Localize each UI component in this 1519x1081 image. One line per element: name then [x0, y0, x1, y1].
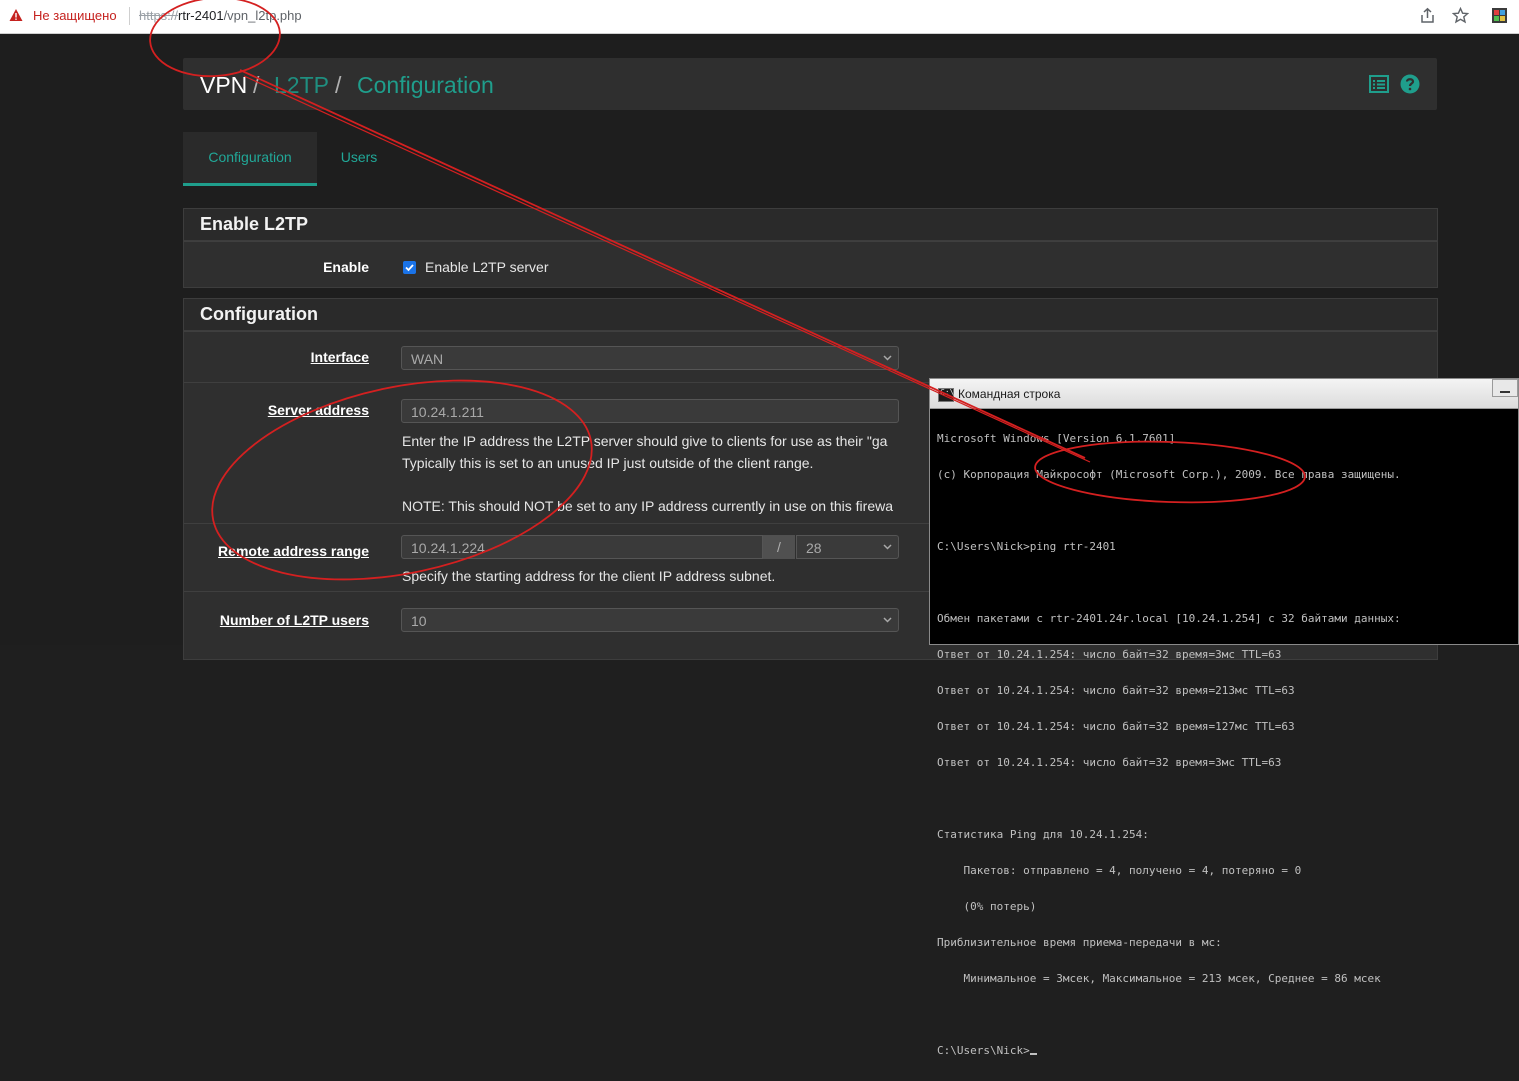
interface-select[interactable]: WAN — [401, 346, 899, 370]
breadcrumb-l2tp-link[interactable]: L2TP — [274, 72, 329, 99]
console-line: (0% потерь) — [937, 900, 1037, 913]
enable-l2tp-checkbox[interactable] — [403, 261, 416, 274]
breadcrumb-separator: / — [335, 72, 342, 98]
enable-label: Enable — [323, 259, 369, 275]
server-address-value: 10.24.1.211 — [411, 404, 484, 420]
browser-address-bar: Не защищено https://rtr-2401/vpn_l2tp.ph… — [0, 0, 1519, 34]
extension-icon[interactable] — [1492, 8, 1507, 23]
breadcrumb-vpn: VPN — [200, 72, 248, 98]
minimize-button[interactable] — [1492, 379, 1518, 397]
command-prompt-window[interactable]: C:\ Командная строка Microsoft Windows [… — [929, 378, 1519, 1057]
console-line: Статистика Ping для 10.24.1.254: — [937, 828, 1149, 841]
remote-range-input[interactable]: 10.24.1.224 — [401, 535, 763, 559]
chevron-down-icon — [883, 355, 892, 361]
remote-range-value: 10.24.1.224 — [411, 540, 485, 556]
console-line: Обмен пакетами с rtr-2401.24r.local [10.… — [937, 612, 1401, 625]
server-address-label[interactable]: Server address — [268, 402, 369, 418]
divider — [129, 7, 130, 25]
console-icon: C:\ — [938, 388, 954, 402]
console-output[interactable]: Microsoft Windows [Version 6.1.7601] (c)… — [937, 409, 1517, 1081]
number-of-users-value: 10 — [411, 613, 427, 629]
server-address-help: Enter the IP address the L2TP server sho… — [402, 433, 888, 449]
console-line: Ответ от 10.24.1.254: число байт=32 врем… — [937, 684, 1295, 697]
number-of-users-label[interactable]: Number of L2TP users — [220, 612, 369, 628]
enable-l2tp-panel: Enable L2TP Enable Enable L2TP server — [183, 208, 1438, 288]
breadcrumb: VPN / L2TP / Configuration — [183, 58, 1437, 110]
console-prompt: C:\Users\Nick> — [937, 1044, 1030, 1057]
security-status[interactable]: Не защищено — [33, 8, 117, 23]
chevron-down-icon — [883, 617, 892, 623]
cidr-select[interactable]: 28 — [796, 535, 899, 559]
log-list-icon[interactable] — [1369, 75, 1389, 93]
interface-select-value: WAN — [411, 351, 444, 367]
url-path: /vpn_l2tp.php — [223, 8, 302, 23]
breadcrumb-configuration-link[interactable]: Configuration — [357, 72, 494, 99]
enable-row: Enable Enable L2TP server — [184, 241, 1437, 288]
remote-range-help: Specify the starting address for the cli… — [402, 568, 776, 584]
cidr-select-value: 28 — [806, 540, 822, 556]
server-address-input[interactable]: 10.24.1.211 — [401, 399, 899, 423]
chevron-down-icon — [883, 544, 892, 550]
panel-title: Configuration — [184, 299, 1437, 331]
bookmark-star-icon[interactable] — [1452, 7, 1469, 24]
console-line: C:\Users\Nick>ping rtr-2401 — [937, 540, 1116, 553]
enable-l2tp-checkbox-label[interactable]: Enable L2TP server — [425, 259, 548, 275]
help-icon[interactable] — [1400, 74, 1420, 94]
console-line: (c) Корпорация Майкрософт (Microsoft Cor… — [937, 468, 1401, 481]
cidr-separator: / — [763, 535, 795, 559]
console-line: Ответ от 10.24.1.254: число байт=32 врем… — [937, 648, 1282, 661]
tab-configuration[interactable]: Configuration — [183, 132, 317, 186]
console-prompt-line[interactable]: C:\Users\Nick> — [937, 1045, 1517, 1057]
server-address-help: Typically this is set to an unused IP ju… — [402, 455, 814, 471]
console-line: Microsoft Windows [Version 6.1.7601] — [937, 432, 1176, 445]
console-line: Пакетов: отправлено = 4, получено = 4, п… — [937, 864, 1302, 877]
panel-title: Enable L2TP — [184, 209, 1437, 241]
console-line: Минимальное = 3мсек, Максимальное = 213 … — [937, 972, 1381, 985]
interface-label[interactable]: Interface — [311, 349, 369, 365]
url-field[interactable]: https://rtr-2401/vpn_l2tp.php — [139, 8, 302, 23]
window-title: Командная строка — [958, 387, 1061, 401]
text-cursor — [1029, 1053, 1037, 1055]
tab-users[interactable]: Users — [323, 132, 395, 183]
console-line: Ответ от 10.24.1.254: число байт=32 врем… — [937, 756, 1282, 769]
server-address-note: NOTE: This should NOT be set to any IP a… — [402, 498, 894, 514]
breadcrumb-separator: / — [253, 72, 260, 98]
interface-row: Interface WAN — [184, 331, 1437, 382]
share-icon[interactable] — [1419, 7, 1436, 24]
remote-range-label[interactable]: Remote address range — [218, 543, 369, 559]
url-host: rtr-2401 — [178, 8, 224, 23]
warning-icon — [9, 9, 23, 21]
console-line: Ответ от 10.24.1.254: число байт=32 врем… — [937, 720, 1295, 733]
number-of-users-select[interactable]: 10 — [401, 608, 899, 632]
url-scheme: https:// — [139, 8, 179, 23]
console-line: Приблизительное время приема-передачи в … — [937, 936, 1222, 949]
window-titlebar[interactable]: C:\ Командная строка — [930, 379, 1518, 409]
